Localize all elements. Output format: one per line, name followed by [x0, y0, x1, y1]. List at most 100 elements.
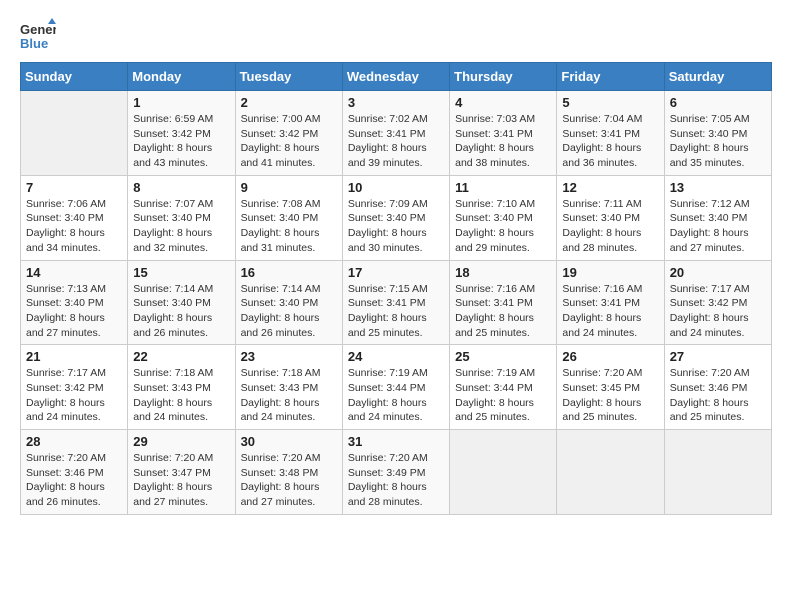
sunset-text: Sunset: 3:40 PM [348, 211, 444, 226]
logo: General Blue [20, 16, 60, 52]
sunset-text: Sunset: 3:41 PM [348, 127, 444, 142]
sunrise-text: Sunrise: 7:14 AM [241, 282, 337, 297]
day-number: 21 [26, 349, 122, 364]
day-info: Sunrise: 7:19 AMSunset: 3:44 PMDaylight:… [348, 366, 444, 425]
day-number: 18 [455, 265, 551, 280]
day-number: 13 [670, 180, 766, 195]
sunrise-text: Sunrise: 7:08 AM [241, 197, 337, 212]
calendar-cell: 27Sunrise: 7:20 AMSunset: 3:46 PMDayligh… [664, 345, 771, 430]
day-number: 19 [562, 265, 658, 280]
sunset-text: Sunset: 3:42 PM [133, 127, 229, 142]
weekday-header-tuesday: Tuesday [235, 63, 342, 91]
weekday-header-friday: Friday [557, 63, 664, 91]
day-number: 31 [348, 434, 444, 449]
daylight-minutes-text: and 24 minutes. [348, 410, 444, 425]
calendar-cell: 29Sunrise: 7:20 AMSunset: 3:47 PMDayligh… [128, 430, 235, 515]
weekday-header-row: SundayMondayTuesdayWednesdayThursdayFrid… [21, 63, 772, 91]
logo-icon: General Blue [20, 16, 56, 52]
daylight-text: Daylight: 8 hours [26, 480, 122, 495]
sunset-text: Sunset: 3:42 PM [26, 381, 122, 396]
sunset-text: Sunset: 3:47 PM [133, 466, 229, 481]
daylight-text: Daylight: 8 hours [670, 141, 766, 156]
daylight-text: Daylight: 8 hours [133, 311, 229, 326]
day-info: Sunrise: 7:11 AMSunset: 3:40 PMDaylight:… [562, 197, 658, 256]
daylight-minutes-text: and 25 minutes. [670, 410, 766, 425]
day-number: 23 [241, 349, 337, 364]
day-number: 17 [348, 265, 444, 280]
sunrise-text: Sunrise: 7:13 AM [26, 282, 122, 297]
daylight-text: Daylight: 8 hours [133, 396, 229, 411]
daylight-minutes-text: and 24 minutes. [26, 410, 122, 425]
daylight-minutes-text: and 27 minutes. [133, 495, 229, 510]
weekday-header-wednesday: Wednesday [342, 63, 449, 91]
calendar-cell: 31Sunrise: 7:20 AMSunset: 3:49 PMDayligh… [342, 430, 449, 515]
sunset-text: Sunset: 3:43 PM [241, 381, 337, 396]
calendar-cell: 28Sunrise: 7:20 AMSunset: 3:46 PMDayligh… [21, 430, 128, 515]
calendar-cell [664, 430, 771, 515]
calendar-cell [557, 430, 664, 515]
calendar-cell: 11Sunrise: 7:10 AMSunset: 3:40 PMDayligh… [450, 175, 557, 260]
calendar-cell: 2Sunrise: 7:00 AMSunset: 3:42 PMDaylight… [235, 91, 342, 176]
calendar-cell: 15Sunrise: 7:14 AMSunset: 3:40 PMDayligh… [128, 260, 235, 345]
day-info: Sunrise: 7:19 AMSunset: 3:44 PMDaylight:… [455, 366, 551, 425]
daylight-text: Daylight: 8 hours [133, 480, 229, 495]
day-number: 20 [670, 265, 766, 280]
sunrise-text: Sunrise: 7:03 AM [455, 112, 551, 127]
day-number: 26 [562, 349, 658, 364]
calendar-cell: 24Sunrise: 7:19 AMSunset: 3:44 PMDayligh… [342, 345, 449, 430]
sunset-text: Sunset: 3:48 PM [241, 466, 337, 481]
day-info: Sunrise: 7:08 AMSunset: 3:40 PMDaylight:… [241, 197, 337, 256]
calendar-cell: 8Sunrise: 7:07 AMSunset: 3:40 PMDaylight… [128, 175, 235, 260]
sunrise-text: Sunrise: 7:16 AM [562, 282, 658, 297]
calendar-week-3: 14Sunrise: 7:13 AMSunset: 3:40 PMDayligh… [21, 260, 772, 345]
day-number: 5 [562, 95, 658, 110]
sunset-text: Sunset: 3:40 PM [26, 211, 122, 226]
sunset-text: Sunset: 3:49 PM [348, 466, 444, 481]
sunrise-text: Sunrise: 7:19 AM [455, 366, 551, 381]
daylight-text: Daylight: 8 hours [133, 226, 229, 241]
day-info: Sunrise: 7:07 AMSunset: 3:40 PMDaylight:… [133, 197, 229, 256]
sunrise-text: Sunrise: 7:14 AM [133, 282, 229, 297]
sunset-text: Sunset: 3:41 PM [348, 296, 444, 311]
sunset-text: Sunset: 3:40 PM [241, 211, 337, 226]
daylight-minutes-text: and 27 minutes. [670, 241, 766, 256]
page-header: General Blue [20, 16, 772, 52]
sunrise-text: Sunrise: 7:05 AM [670, 112, 766, 127]
daylight-minutes-text: and 35 minutes. [670, 156, 766, 171]
calendar-cell: 5Sunrise: 7:04 AMSunset: 3:41 PMDaylight… [557, 91, 664, 176]
weekday-header-saturday: Saturday [664, 63, 771, 91]
calendar-week-2: 7Sunrise: 7:06 AMSunset: 3:40 PMDaylight… [21, 175, 772, 260]
daylight-minutes-text: and 29 minutes. [455, 241, 551, 256]
calendar-cell: 13Sunrise: 7:12 AMSunset: 3:40 PMDayligh… [664, 175, 771, 260]
daylight-minutes-text: and 34 minutes. [26, 241, 122, 256]
day-info: Sunrise: 7:20 AMSunset: 3:45 PMDaylight:… [562, 366, 658, 425]
calendar-cell: 25Sunrise: 7:19 AMSunset: 3:44 PMDayligh… [450, 345, 557, 430]
calendar-cell [450, 430, 557, 515]
daylight-minutes-text: and 25 minutes. [455, 410, 551, 425]
day-info: Sunrise: 7:06 AMSunset: 3:40 PMDaylight:… [26, 197, 122, 256]
day-number: 10 [348, 180, 444, 195]
sunset-text: Sunset: 3:41 PM [455, 296, 551, 311]
calendar-week-5: 28Sunrise: 7:20 AMSunset: 3:46 PMDayligh… [21, 430, 772, 515]
sunrise-text: Sunrise: 7:04 AM [562, 112, 658, 127]
day-info: Sunrise: 7:17 AMSunset: 3:42 PMDaylight:… [670, 282, 766, 341]
calendar-week-1: 1Sunrise: 6:59 AMSunset: 3:42 PMDaylight… [21, 91, 772, 176]
day-number: 11 [455, 180, 551, 195]
sunrise-text: Sunrise: 7:06 AM [26, 197, 122, 212]
weekday-header-monday: Monday [128, 63, 235, 91]
daylight-text: Daylight: 8 hours [241, 480, 337, 495]
daylight-minutes-text: and 30 minutes. [348, 241, 444, 256]
sunrise-text: Sunrise: 7:20 AM [670, 366, 766, 381]
sunset-text: Sunset: 3:40 PM [562, 211, 658, 226]
sunrise-text: Sunrise: 7:20 AM [562, 366, 658, 381]
daylight-text: Daylight: 8 hours [455, 226, 551, 241]
sunrise-text: Sunrise: 7:02 AM [348, 112, 444, 127]
daylight-text: Daylight: 8 hours [241, 141, 337, 156]
daylight-text: Daylight: 8 hours [562, 311, 658, 326]
calendar-cell: 1Sunrise: 6:59 AMSunset: 3:42 PMDaylight… [128, 91, 235, 176]
day-info: Sunrise: 7:14 AMSunset: 3:40 PMDaylight:… [133, 282, 229, 341]
daylight-minutes-text: and 39 minutes. [348, 156, 444, 171]
daylight-minutes-text: and 43 minutes. [133, 156, 229, 171]
daylight-text: Daylight: 8 hours [348, 226, 444, 241]
daylight-text: Daylight: 8 hours [348, 480, 444, 495]
